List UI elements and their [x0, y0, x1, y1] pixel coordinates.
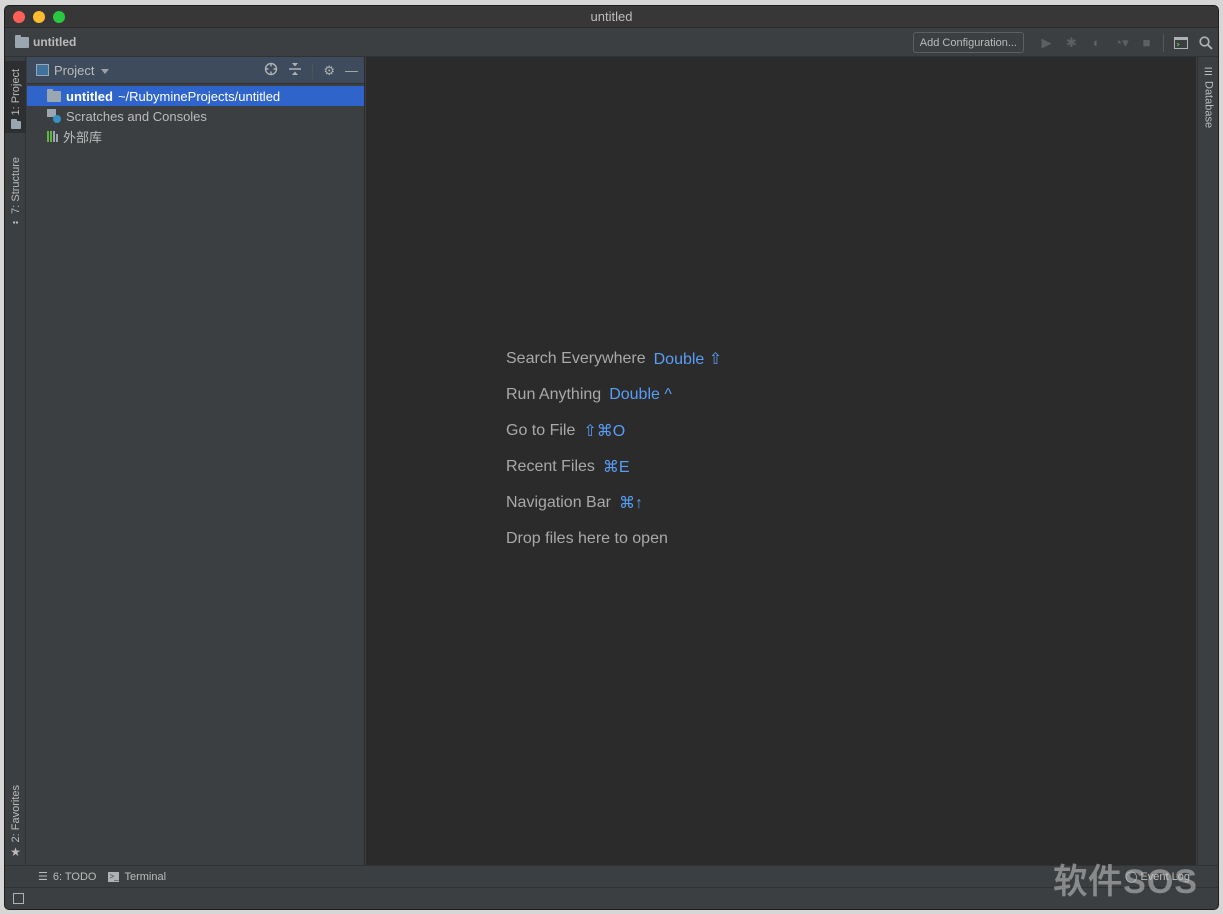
- structure-icon: ▪▪: [12, 218, 19, 227]
- hint-label: Recent Files: [506, 458, 595, 475]
- hint-search-everywhere: Search Everywhere Double ⇧: [506, 341, 722, 377]
- breadcrumb[interactable]: untitled: [15, 34, 76, 49]
- tree-item-path: ~/RubymineProjects/untitled: [117, 88, 281, 104]
- hint-recent-files: Recent Files ⌘E: [506, 449, 722, 485]
- tab-database-label: Database: [1202, 81, 1215, 129]
- tab-favorites[interactable]: 2: Favorites ★: [5, 777, 26, 861]
- database-icon: ☰: [1204, 67, 1213, 78]
- tree-item-external-libraries[interactable]: 外部库: [27, 126, 364, 146]
- hint-label: Run Anything: [506, 386, 602, 403]
- hint-navigation-bar: Navigation Bar ⌘↑: [506, 485, 722, 521]
- breadcrumb-project[interactable]: untitled: [33, 35, 76, 49]
- left-tool-strip: 1: Project 7: Structure ▪▪ 2: Favorites …: [5, 57, 26, 865]
- project-view-icon: [36, 64, 49, 76]
- event-log-label: Event Log: [1140, 870, 1190, 883]
- tree-item-name: 外部库: [63, 129, 103, 145]
- event-log-button[interactable]: ◯ Event Log: [1125, 870, 1190, 884]
- tab-project[interactable]: 1: Project: [5, 61, 26, 133]
- tree-item-name: Scratches and Consoles: [66, 108, 207, 124]
- tab-todo-label: 6: TODO: [52, 870, 97, 883]
- hint-shortcut: Double ⇧: [653, 351, 723, 368]
- locate-icon[interactable]: [264, 62, 278, 79]
- close-window-button[interactable]: [13, 11, 25, 23]
- library-icon: [47, 130, 58, 142]
- navigation-bar: untitled Add Configuration... ▶ ✱ ◐ ◔▾ ■: [5, 28, 1218, 57]
- toolbar-divider: [1163, 33, 1164, 52]
- project-panel-actions: ⚙ —: [264, 57, 358, 84]
- status-bar: [5, 887, 1218, 909]
- right-tool-strip: ☰ Database: [1197, 57, 1218, 865]
- run-icon[interactable]: ▶: [1034, 32, 1059, 54]
- event-log-icon: ◯: [1125, 871, 1138, 883]
- hint-run-anything: Run Anything Double ^: [506, 377, 722, 413]
- folder-icon: [47, 88, 61, 102]
- collapse-all-icon[interactable]: [288, 62, 302, 79]
- add-configuration-button[interactable]: Add Configuration...: [912, 32, 1024, 53]
- title-bar: untitled: [5, 6, 1218, 28]
- star-icon: ★: [10, 845, 21, 859]
- hint-shortcut: ⇧⌘O: [583, 423, 626, 440]
- editor-empty-hints: Search Everywhere Double ⇧ Run Anything …: [506, 341, 722, 557]
- project-tree: untitled ~/RubymineProjects/untitled Scr…: [27, 84, 364, 146]
- hint-shortcut: ⌘↑: [618, 495, 643, 512]
- hint-shortcut: Double ^: [609, 386, 672, 403]
- tree-item-name: untitled: [66, 88, 113, 104]
- folder-icon: [15, 34, 29, 48]
- project-tool-window: Project ⚙ — untitled ~/RubymineProjects/…: [27, 57, 365, 865]
- tab-terminal-label: Terminal: [124, 870, 167, 883]
- toggle-tool-windows-icon[interactable]: [13, 893, 24, 904]
- header-divider: [312, 62, 314, 79]
- hide-panel-icon[interactable]: —: [345, 63, 358, 78]
- search-icon[interactable]: [1193, 32, 1218, 54]
- debug-icon[interactable]: ✱: [1059, 32, 1084, 54]
- window-title: untitled: [590, 9, 633, 24]
- tab-project-label: 1: Project: [9, 68, 22, 115]
- coverage-icon[interactable]: ◐: [1084, 32, 1109, 54]
- editor-area[interactable]: Search Everywhere Double ⇧ Run Anything …: [366, 57, 1196, 865]
- tab-favorites-label: 2: Favorites: [9, 784, 22, 842]
- hint-label: Navigation Bar: [506, 494, 611, 511]
- terminal-icon: >_: [108, 871, 120, 882]
- chevron-down-icon[interactable]: [101, 68, 110, 74]
- tree-item-project-root[interactable]: untitled ~/RubymineProjects/untitled: [27, 86, 364, 106]
- tab-database[interactable]: ☰ Database: [1198, 67, 1218, 137]
- project-view-selector[interactable]: Project: [54, 63, 94, 78]
- hint-label: Drop files here to open: [506, 530, 668, 547]
- scratches-icon: [47, 109, 61, 123]
- hint-label: Go to File: [506, 422, 576, 439]
- list-icon: ☰: [38, 871, 48, 883]
- minimize-window-button[interactable]: [33, 11, 45, 23]
- hint-go-to-file: Go to File ⇧⌘O: [506, 413, 722, 449]
- tab-todo[interactable]: ☰ 6: TODO: [38, 870, 97, 884]
- tab-terminal[interactable]: >_ Terminal: [108, 871, 166, 883]
- tab-structure-label: 7: Structure: [9, 157, 22, 214]
- terminal-window-icon[interactable]: [1168, 32, 1193, 54]
- stop-icon[interactable]: ■: [1134, 32, 1159, 54]
- ide-window: untitled untitled Add Configuration... ▶…: [4, 5, 1219, 910]
- folder-icon: [10, 119, 21, 129]
- gear-icon[interactable]: ⚙: [323, 63, 335, 79]
- tool-window-bar: ☰ 6: TODO >_ Terminal: [5, 865, 1218, 887]
- maximize-window-button[interactable]: [53, 11, 65, 23]
- window-controls: [13, 11, 65, 23]
- hint-label: Search Everywhere: [506, 350, 646, 367]
- profile-icon[interactable]: ◔▾: [1109, 32, 1134, 54]
- hint-drop-files: Drop files here to open: [506, 521, 722, 557]
- project-panel-header: Project ⚙ —: [27, 57, 364, 84]
- hint-shortcut: ⌘E: [602, 459, 630, 476]
- main-toolbar: Add Configuration... ▶ ✱ ◐ ◔▾ ■: [912, 28, 1218, 57]
- tab-structure[interactable]: 7: Structure ▪▪: [5, 149, 26, 229]
- tree-item-scratches[interactable]: Scratches and Consoles: [27, 106, 364, 126]
